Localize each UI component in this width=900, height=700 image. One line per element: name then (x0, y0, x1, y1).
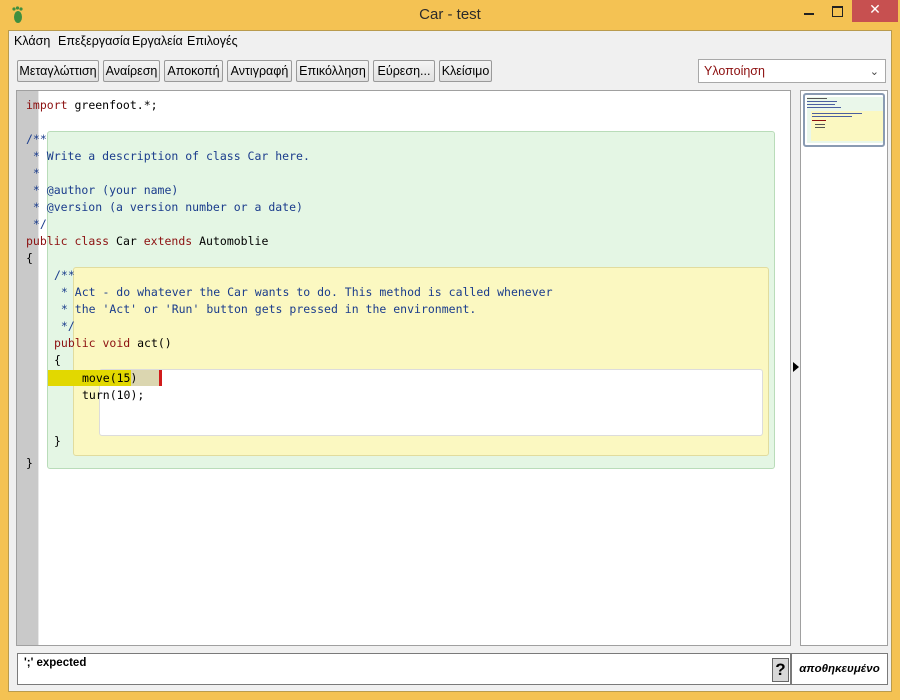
minimize-icon (804, 13, 814, 15)
code-comment: * Write a description of class Car here. (26, 149, 310, 163)
error-message-area: ';' expected ? (17, 653, 791, 685)
code-keyword: void (102, 336, 131, 350)
method-body-scope (99, 369, 763, 436)
code-comment: */ (54, 319, 75, 333)
code-text: Car (109, 234, 144, 248)
code-line[interactable]: turn(10); (82, 387, 144, 404)
overview-viewport[interactable] (803, 93, 885, 147)
cut-button[interactable]: Αποκοπή (164, 60, 223, 82)
code-line[interactable]: public void act() (54, 335, 172, 352)
minimize-button[interactable] (794, 0, 824, 22)
code-keyword: extends (143, 234, 193, 248)
menu-edit[interactable]: Επεξεργασία (58, 34, 130, 48)
code-comment: * Act - do whatever the Car wants to do.… (54, 285, 553, 299)
code-text: greenfoot.*; (67, 98, 158, 112)
save-status: αποθηκευμένο (791, 653, 888, 685)
error-message: ';' expected (24, 657, 87, 669)
code-comment: * the 'Act' or 'Run' button gets pressed… (54, 302, 477, 316)
code-line[interactable]: move(15) (82, 370, 137, 387)
client-area: Κλάση Επεξεργασία Εργαλεία Επιλογές Μετα… (8, 30, 892, 692)
close-icon: ✕ (869, 2, 881, 18)
code-line[interactable]: * (26, 165, 40, 182)
code-line[interactable]: */ (26, 216, 47, 233)
copy-button[interactable]: Αντιγραφή (227, 60, 292, 82)
code-line[interactable]: { (54, 352, 61, 369)
code-text: { (26, 251, 33, 265)
code-comment: * @author (your name) (26, 183, 179, 197)
code-keyword: import (26, 98, 68, 112)
compile-button[interactable]: Μεταγλώττιση (17, 60, 99, 82)
code-line[interactable]: * the 'Act' or 'Run' button gets pressed… (54, 301, 476, 318)
chevron-down-icon: ⌄ (869, 66, 879, 78)
window-title: Car - test (419, 6, 481, 23)
code-keyword: public (26, 234, 68, 248)
code-text: } (54, 434, 61, 448)
paste-button[interactable]: Επικόλληση (296, 60, 369, 82)
expand-arrow-icon[interactable] (792, 361, 800, 373)
code-line[interactable]: /** (26, 131, 47, 148)
code-line[interactable]: * Act - do whatever the Car wants to do.… (54, 284, 553, 301)
error-caret (159, 370, 162, 386)
code-keyword: class (74, 234, 110, 248)
code-line[interactable]: * @author (your name) (26, 182, 178, 199)
menu-tools[interactable]: Εργαλεία (132, 34, 183, 48)
code-overview-panel[interactable] (800, 90, 888, 646)
code-comment: /** (26, 132, 47, 146)
code-line[interactable]: } (54, 433, 61, 450)
code-text: move(15) (82, 371, 138, 385)
code-line[interactable]: */ (54, 318, 75, 335)
code-text: { (54, 353, 61, 367)
code-line[interactable]: public class Car extends Automoblie (26, 233, 268, 250)
code-text: act() (130, 336, 172, 350)
menu-options[interactable]: Επιλογές (187, 34, 238, 48)
code-text: turn(10); (82, 388, 145, 402)
maximize-icon (832, 6, 843, 17)
maximize-button[interactable] (824, 0, 852, 22)
title-bar[interactable]: Car - test ✕ (0, 0, 900, 30)
code-line[interactable]: { (26, 250, 33, 267)
find-button[interactable]: Εύρεση... (373, 60, 435, 82)
code-comment: * @version (a version number or a date) (26, 200, 303, 214)
code-comment: /** (54, 268, 75, 282)
code-line[interactable]: * @version (a version number or a date) (26, 199, 303, 216)
code-line[interactable]: import greenfoot.*; (26, 97, 158, 114)
code-line[interactable]: } (26, 455, 33, 472)
close-button[interactable]: ✕ (852, 0, 898, 22)
view-selector-value: Υλοποίηση (704, 64, 765, 78)
view-selector[interactable]: Υλοποίηση ⌄ (698, 59, 886, 83)
code-line[interactable]: /** (54, 267, 75, 284)
code-text: Automoblie (192, 234, 269, 248)
menu-class[interactable]: Κλάση (14, 34, 50, 48)
undo-button[interactable]: Αναίρεση (103, 60, 160, 82)
code-editor[interactable]: import greenfoot.*; /** * Write a descrip… (16, 90, 791, 646)
code-line[interactable]: * Write a description of class Car here. (26, 148, 310, 165)
code-comment: * (26, 166, 40, 180)
menu-bar: Κλάση Επεξεργασία Εργαλεία Επιλογές (9, 31, 891, 51)
toolbar: Μεταγλώττιση Αναίρεση Αποκοπή Αντιγραφή … (9, 57, 891, 87)
close-editor-button[interactable]: Κλείσιμο (439, 60, 492, 82)
code-keyword: public (54, 336, 96, 350)
overview-thumbnail (807, 97, 883, 143)
help-button[interactable]: ? (772, 658, 789, 682)
editor-window: Car - test ✕ Κλάση Επεξεργασία Εργαλεία … (0, 0, 900, 700)
code-text: } (26, 456, 33, 470)
code-comment: */ (26, 217, 47, 231)
